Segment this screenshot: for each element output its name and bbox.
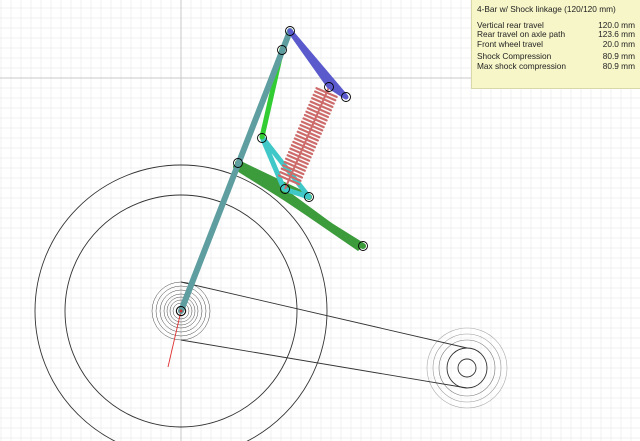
info-panel: 4-Bar w/ Shock linkage (120/120 mm) Vert… — [471, 0, 640, 89]
chain-lower — [180, 339, 468, 389]
rocker-link — [287, 28, 349, 100]
seat-tube — [178, 28, 293, 314]
row-value: 20.0 mm — [602, 38, 635, 49]
row-label: Max shock compression — [477, 60, 566, 71]
row-value: 80.9 mm — [602, 60, 635, 71]
chain-stay-lower-edge — [233, 164, 366, 249]
row-label: Front wheel travel — [477, 38, 543, 49]
panel-title: 4-Bar w/ Shock linkage (120/120 mm) — [477, 4, 616, 14]
rear-axle-center-dot — [179, 309, 183, 313]
row-max-shock-compression: Max shock compression 80.9 mm — [477, 60, 635, 72]
row-front-wheel-travel: Front wheel travel 20.0 mm — [477, 38, 635, 50]
